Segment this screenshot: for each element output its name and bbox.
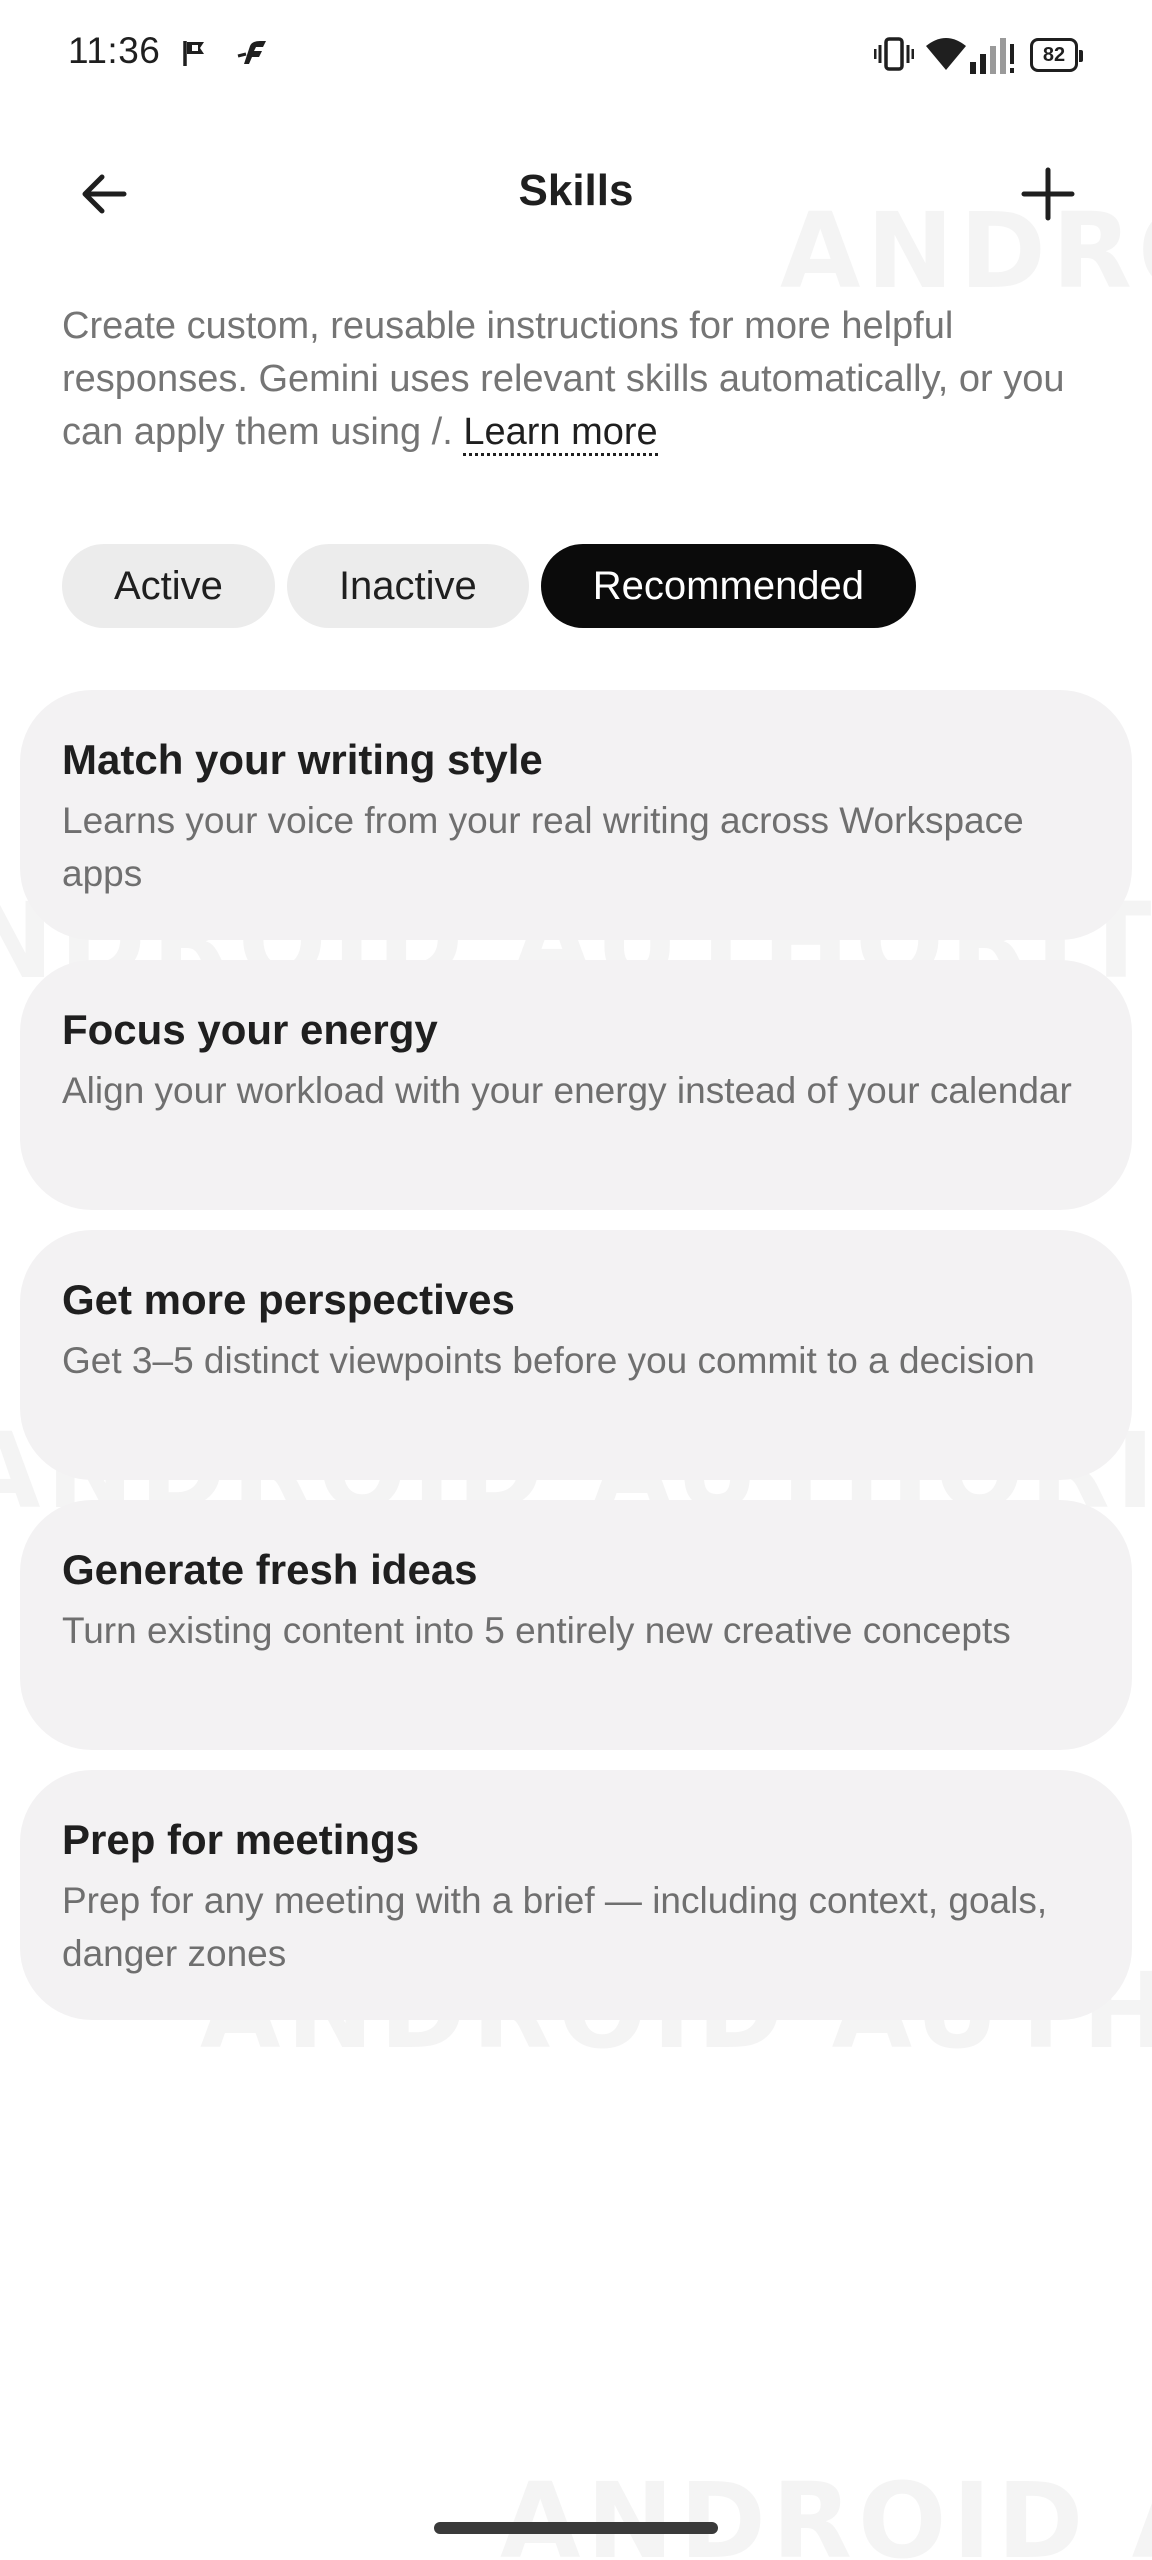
gesture-navigation-bar[interactable]: [434, 2522, 718, 2534]
skill-description: Align your workload with your energy ins…: [62, 1070, 1072, 1111]
vibrate-icon: [873, 36, 915, 77]
skill-title: Focus your energy: [62, 1006, 438, 1053]
app-notification-icon: [236, 38, 268, 73]
back-button[interactable]: [60, 152, 148, 240]
skill-title: Get more perspectives: [62, 1276, 515, 1323]
skill-title: Match your writing style: [62, 736, 543, 783]
skill-card-fresh-ideas[interactable]: Generate fresh ideas Turn existing conte…: [20, 1500, 1132, 1750]
skills-screen: ANDROID AUTHORITY ANDROID AUTHORITY ANDR…: [0, 0, 1152, 2560]
cell-signal-icon: [968, 34, 1016, 81]
skill-card-match-writing-style[interactable]: Match your writing style Learns your voi…: [20, 690, 1132, 940]
skill-description: Prep for any meeting with a brief — incl…: [62, 1880, 1048, 1974]
skill-description: Get 3–5 distinct viewpoints before you c…: [62, 1340, 1035, 1381]
skill-description: Learns your voice from your real writing…: [62, 800, 1024, 894]
skill-card-prep-meetings[interactable]: Prep for meetings Prep for any meeting w…: [20, 1770, 1132, 2020]
skill-card-focus-energy[interactable]: Focus your energy Align your workload wi…: [20, 960, 1132, 1210]
battery-level: 82: [1042, 43, 1066, 66]
add-skill-button[interactable]: [1004, 152, 1092, 240]
learn-more-link[interactable]: Learn more: [463, 411, 658, 456]
skill-list: Match your writing style Learns your voi…: [20, 690, 1132, 2040]
status-time: 11:36: [68, 30, 161, 71]
tab-active[interactable]: Active: [62, 544, 275, 628]
arrow-back-icon: [78, 168, 130, 225]
skill-title: Generate fresh ideas: [62, 1546, 478, 1593]
skill-card-more-perspectives[interactable]: Get more perspectives Get 3–5 distinct v…: [20, 1230, 1132, 1480]
flag-notification-icon: [180, 38, 210, 73]
skill-title: Prep for meetings: [62, 1816, 420, 1863]
page-title: Skills: [518, 166, 634, 215]
skill-filter-tabs: Active Inactive Recommended: [62, 544, 917, 628]
wifi-icon: [924, 34, 968, 79]
tab-recommended[interactable]: Recommended: [540, 544, 917, 628]
watermark: ANDROID AUTHORITY: [500, 2460, 1152, 2560]
tab-inactive[interactable]: Inactive: [286, 544, 529, 628]
battery-icon: 82: [1030, 38, 1083, 72]
skills-description: Create custom, reusable instructions for…: [62, 300, 1102, 459]
plus-icon: [1020, 166, 1076, 227]
skill-description: Turn existing content into 5 entirely ne…: [62, 1610, 1011, 1651]
app-bar: Skills: [0, 140, 1152, 244]
status-bar: 11:36 82: [0, 0, 1152, 112]
